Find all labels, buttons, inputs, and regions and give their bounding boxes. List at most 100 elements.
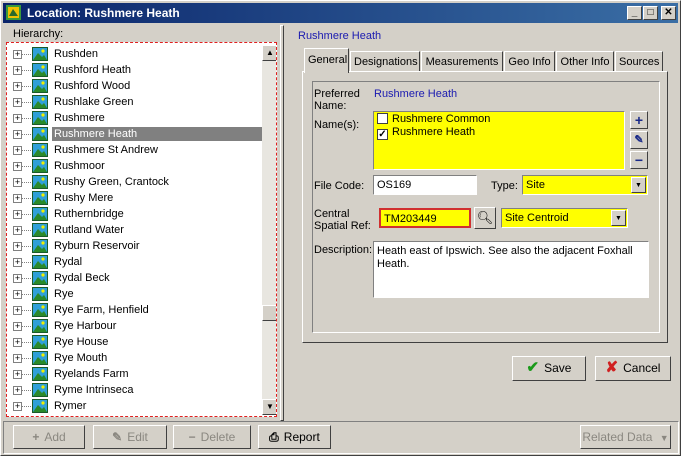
expand-icon[interactable]: + <box>13 290 22 299</box>
expand-icon[interactable]: + <box>13 226 22 235</box>
expand-icon[interactable]: + <box>13 274 22 283</box>
expand-icon[interactable]: + <box>13 322 22 331</box>
save-button[interactable]: ✔ Save <box>512 356 586 381</box>
location-node-icon <box>32 303 48 317</box>
expand-icon[interactable]: + <box>13 162 22 171</box>
tree-item[interactable]: + Rushden <box>7 46 257 62</box>
tree-item[interactable]: + Rushford Heath <box>7 62 257 78</box>
tree-item[interactable]: + Rushmere St Andrew <box>7 142 257 158</box>
expand-icon[interactable]: + <box>13 242 22 251</box>
tree-connector <box>22 182 31 183</box>
tree-item[interactable]: + Rushmoor <box>7 158 257 174</box>
tab-measurements[interactable]: Measurements <box>421 51 503 72</box>
tab-designations[interactable]: Designations <box>350 51 420 72</box>
scroll-down-icon[interactable]: ▼ <box>262 399 276 415</box>
cancel-button[interactable]: ✘ Cancel <box>595 356 671 381</box>
tree-item[interactable]: + Rushford Wood <box>7 78 257 94</box>
tree-item[interactable]: + Rushmere <box>7 110 257 126</box>
related-data-button[interactable]: Related Data ▼ <box>580 425 671 449</box>
chevron-down-icon[interactable]: ▼ <box>631 177 646 193</box>
checkbox[interactable] <box>377 113 388 124</box>
tree-connector <box>22 54 31 55</box>
edit-name-button[interactable]: ✎ <box>630 131 648 149</box>
scroll-thumb[interactable] <box>262 305 276 321</box>
location-node-icon <box>32 95 48 109</box>
type-select[interactable]: Site ▼ <box>522 175 648 195</box>
expand-icon[interactable]: + <box>13 130 22 139</box>
tree-item[interactable]: + Rydal Beck <box>7 270 257 286</box>
tab-geo-info[interactable]: Geo Info <box>504 51 555 72</box>
expand-icon[interactable]: + <box>13 258 22 267</box>
tree-item[interactable]: + Ruthernbridge <box>7 206 257 222</box>
tree-scrollbar[interactable]: ▲ ▼ <box>262 45 276 415</box>
delete-button[interactable]: − Delete <box>173 425 251 449</box>
scroll-up-icon[interactable]: ▲ <box>262 45 276 61</box>
tab-sources[interactable]: Sources <box>615 51 663 72</box>
name-list-item[interactable]: Rushmere Common <box>377 113 490 126</box>
tree-item[interactable]: + Rushmere Heath <box>7 126 263 142</box>
expand-icon[interactable]: + <box>13 402 22 411</box>
remove-name-button[interactable]: − <box>630 151 648 169</box>
expand-icon[interactable]: + <box>13 386 22 395</box>
expand-icon[interactable]: + <box>13 210 22 219</box>
expand-icon[interactable]: + <box>13 114 22 123</box>
tree-item-label: Rye Mouth <box>54 352 108 364</box>
expand-icon[interactable]: + <box>13 306 22 315</box>
tree-item[interactable]: + Rutland Water <box>7 222 257 238</box>
spatial-ref-search-button[interactable]: 🔍︎ <box>474 207 496 229</box>
expand-icon[interactable]: + <box>13 178 22 187</box>
tree-item[interactable]: + Ryme Intrinseca <box>7 382 257 398</box>
name-item-label: Rushmere Heath <box>392 126 476 138</box>
tab-general[interactable]: General <box>304 48 349 73</box>
preferred-name-value: Rushmere Heath <box>374 88 458 100</box>
expand-icon[interactable]: + <box>13 370 22 379</box>
expand-icon[interactable]: + <box>13 50 22 59</box>
spatial-ref-system-select[interactable]: Site Centroid ▼ <box>501 208 628 228</box>
expand-icon[interactable]: + <box>13 98 22 107</box>
spatial-ref-field[interactable]: TM203449 <box>379 208 471 228</box>
location-node-icon <box>32 159 48 173</box>
report-button[interactable]: ⎙ Report <box>258 425 331 449</box>
tab-other-info[interactable]: Other Info <box>556 51 614 72</box>
location-node-icon <box>32 79 48 93</box>
expand-icon[interactable]: + <box>13 66 22 75</box>
tree-item[interactable]: + Rye Harbour <box>7 318 257 334</box>
tree-item-label: Rushy Green, Crantock <box>54 176 169 188</box>
hierarchy-tree[interactable]: + Rushden + Rushford Heath + Rushford Wood + Ru… <box>6 42 277 417</box>
tree-item[interactable]: + Rye House <box>7 334 257 350</box>
name-list-item[interactable]: ✓ Rushmere Heath <box>377 126 476 140</box>
minimize-button[interactable]: _ <box>627 6 642 20</box>
delete-label: Delete <box>200 430 236 444</box>
tree-item[interactable]: + Ryelands Farm <box>7 366 257 382</box>
tree-item[interactable]: + Ryburn Reservoir <box>7 238 257 254</box>
description-field[interactable]: Heath east of Ipswich. See also the adja… <box>373 241 649 298</box>
expand-icon[interactable]: + <box>13 338 22 347</box>
file-code-field[interactable]: OS169 <box>373 175 477 195</box>
names-list[interactable]: Rushmere Common ✓ Rushmere Heath <box>373 111 625 170</box>
add-name-button[interactable]: + <box>630 111 648 129</box>
expand-icon[interactable]: + <box>13 194 22 203</box>
tree-item[interactable]: + Rushy Green, Crantock <box>7 174 257 190</box>
hierarchy-label: Hierarchy: <box>13 28 64 40</box>
expand-icon[interactable]: + <box>13 82 22 91</box>
panel-splitter[interactable] <box>280 25 284 421</box>
expand-icon[interactable]: + <box>13 146 22 155</box>
location-node-icon <box>32 399 48 413</box>
tree-item[interactable]: + Rushlake Green <box>7 94 257 110</box>
tree-item[interactable]: + Rye Mouth <box>7 350 257 366</box>
maximize-button[interactable]: □ <box>643 6 658 20</box>
tree-item[interactable]: + Rye Farm, Henfield <box>7 302 257 318</box>
tree-item[interactable]: + Rymer <box>7 398 257 414</box>
tree-item[interactable]: + Rydal <box>7 254 257 270</box>
edit-button[interactable]: ✎ Edit <box>93 425 167 449</box>
report-label: Report <box>283 430 320 444</box>
tree-item[interactable]: + Rye <box>7 286 257 302</box>
expand-icon[interactable]: + <box>13 354 22 363</box>
tree-item[interactable]: + Rushy Mere <box>7 190 257 206</box>
tree-item-label: Ruthernbridge <box>54 208 124 220</box>
cancel-label: Cancel <box>623 361 661 375</box>
add-button[interactable]: + Add <box>13 425 85 449</box>
chevron-down-icon[interactable]: ▼ <box>611 210 626 226</box>
checkbox[interactable]: ✓ <box>377 129 388 140</box>
close-button[interactable]: ✕ <box>661 6 676 20</box>
